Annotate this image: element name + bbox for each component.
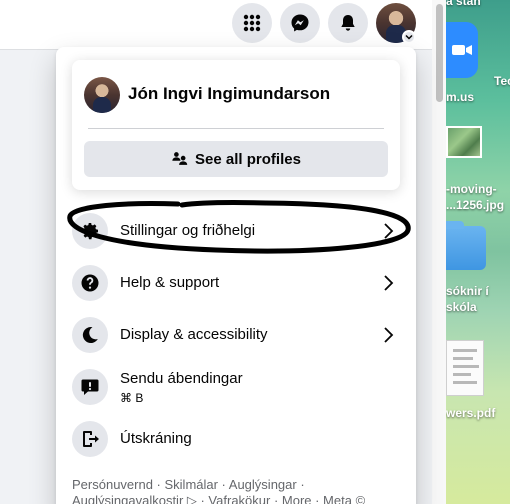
profile-divider [88, 128, 384, 129]
video-camera-icon [452, 45, 472, 55]
chevron-right-icon [384, 275, 394, 291]
desktop-background: a stan Tec m.us -moving- ...1256.jpg sók… [446, 0, 510, 504]
desktop-label-zoom: Tec [494, 74, 510, 88]
notifications-button[interactable] [328, 3, 368, 43]
question-icon [81, 274, 99, 292]
profiles-switch-icon [172, 152, 188, 165]
gear-icon [82, 223, 98, 240]
menu-item-label: Help & support [120, 274, 220, 291]
messenger-button[interactable] [280, 3, 320, 43]
see-all-profiles-label: See all profiles [195, 150, 301, 168]
profile-avatar[interactable] [84, 77, 120, 113]
moon-icon [82, 327, 98, 344]
feedback-icon-circle [72, 369, 108, 405]
profile-name[interactable]: Jón Ingvi Ingimundarson [128, 84, 330, 104]
see-all-profiles-button[interactable]: See all profiles [84, 141, 388, 177]
account-menu-dropdown: Jón Ingvi Ingimundarson See all profiles… [56, 47, 416, 504]
footer-line-1[interactable]: Persónuvernd · Skilmálar · Auglýsingar · [72, 477, 305, 492]
settings-icon-circle [72, 213, 108, 249]
menu-item-display-accessibility[interactable]: Display & accessibility [64, 309, 408, 361]
desktop-label-pdf: wers.pdf [446, 406, 496, 420]
desktop-pdf-icon[interactable] [446, 340, 484, 396]
zoom-app-icon[interactable] [446, 22, 478, 78]
chevron-down-icon [405, 34, 413, 40]
desktop-label-folder-1: sóknir í [446, 284, 489, 298]
chevron-right-icon [384, 327, 394, 343]
help-icon-circle [72, 265, 108, 301]
menu-footer-links[interactable]: Persónuvernd · Skilmálar · Auglýsingar ·… [72, 477, 402, 504]
desktop-image-file-icon[interactable] [446, 126, 482, 158]
page-scrollbar-thumb[interactable] [436, 4, 443, 102]
chevron-right-icon [384, 223, 394, 239]
menu-item-log-out[interactable]: Útskráning [64, 413, 408, 465]
menu-item-label: Display & accessibility [120, 326, 268, 343]
messenger-icon [291, 14, 309, 32]
menu-item-settings-privacy[interactable]: Stillingar og friðhelgi [64, 205, 408, 257]
desktop-label-zoom-sub: m.us [446, 90, 475, 104]
menu-item-label: Sendu ábendingar [120, 370, 243, 387]
desktop-label-image-2: ...1256.jpg [446, 198, 505, 212]
menu-item-label: Útskráning [120, 430, 192, 447]
logout-icon-circle [72, 421, 108, 457]
menu-item-help-support[interactable]: Help & support [64, 257, 408, 309]
menu-item-give-feedback[interactable]: Sendu ábendingar ⌘ B [64, 361, 408, 413]
display-icon-circle [72, 317, 108, 353]
profile-card: Jón Ingvi Ingimundarson See all profiles [72, 60, 400, 190]
desktop-label-folder-2: skóla [446, 300, 477, 314]
top-navigation-bar [0, 0, 446, 50]
bell-icon [341, 15, 355, 31]
desktop-label-image-1: -moving- [446, 182, 497, 196]
desktop-folder-icon[interactable] [446, 221, 486, 270]
footer-line-2[interactable]: Auglýsingavalkostir ▷ · Vafrakökur · Mor… [72, 493, 365, 504]
logout-icon [83, 431, 99, 447]
desktop-label-top: a stan [446, 0, 481, 8]
feedback-icon [81, 379, 99, 395]
account-chevron[interactable] [402, 30, 416, 44]
menu-grid-icon [243, 14, 261, 32]
menu-item-shortcut: ⌘ B [120, 391, 144, 405]
menu-item-label: Stillingar og friðhelgi [120, 222, 256, 239]
menu-button[interactable] [232, 3, 272, 43]
